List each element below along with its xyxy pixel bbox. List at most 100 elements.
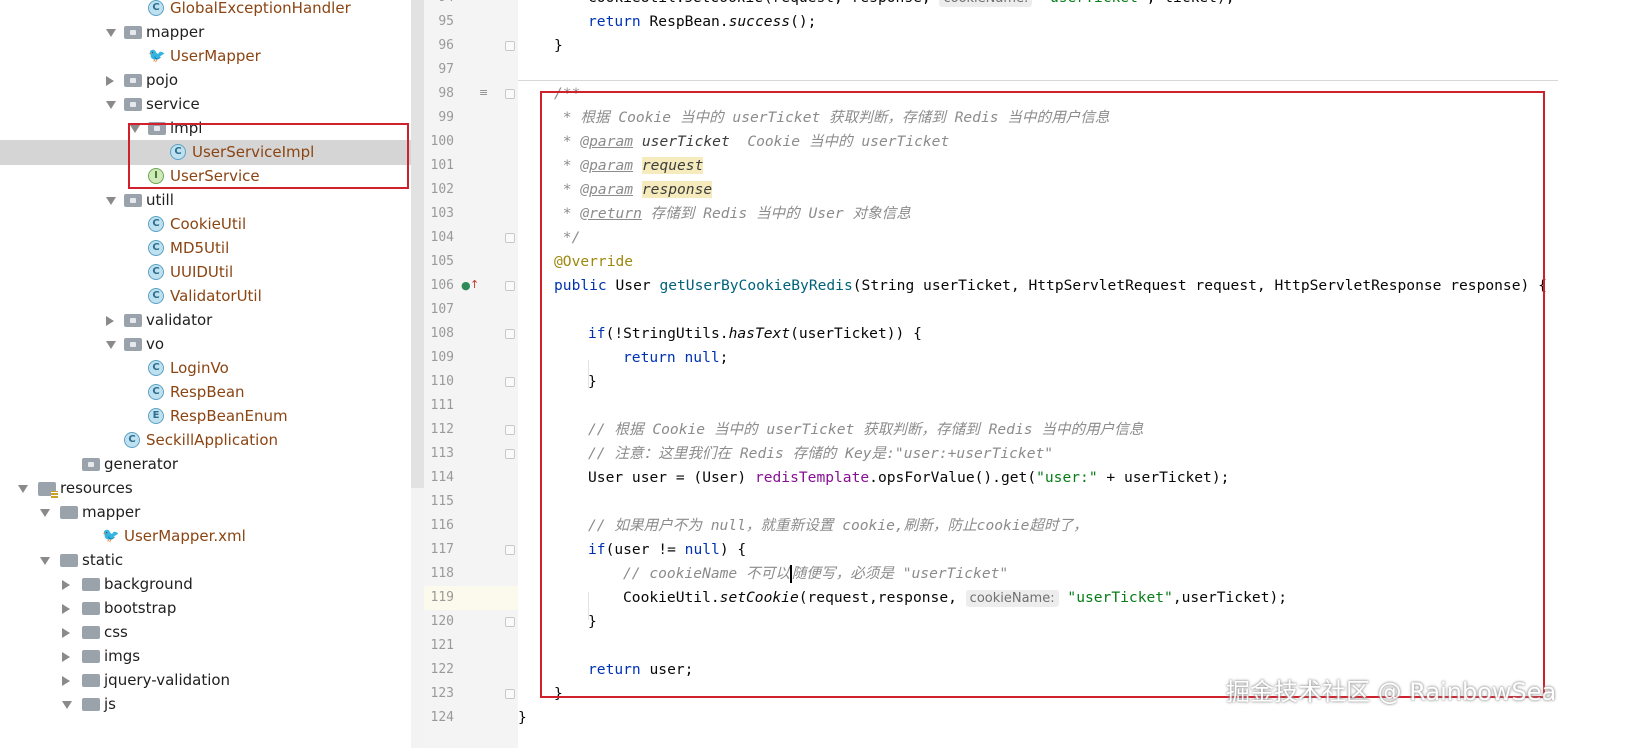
tree-scrollbar-thumb[interactable] [411,0,424,488]
tree-item[interactable]: E RespBeanEnum [0,404,412,429]
tree-item-label: jquery-validation [104,671,231,689]
line-number: 112 [430,422,454,437]
code-token: // cookieName 不可以 [623,565,790,582]
chevron-right-icon[interactable] [106,76,114,86]
chevron-down-icon[interactable] [106,101,116,109]
tree-item[interactable]: imgs [0,644,412,669]
code-line[interactable]: // cookieName 不可以 随便写，必须是 "userTicket" [623,562,1008,586]
code-line[interactable]: /** [554,82,580,106]
code-line[interactable]: // 如果用户不为 null，就重新设置 cookie,刷新，防止cookie超… [588,514,1088,538]
tree-item[interactable]: pojo [0,68,412,93]
chevron-down-icon[interactable] [130,125,140,133]
tree-item[interactable]: static [0,548,412,573]
code-line[interactable]: * 根据 Cookie 当中的 userTicket 获取判断，存储到 Redi… [554,106,1110,130]
code-line[interactable]: * @param response [554,178,713,202]
tree-item[interactable]: 🐦 UserMapper.xml [0,524,412,549]
tree-item-label: impl [170,119,203,137]
fold-marker-icon[interactable] [505,545,515,555]
project-tree[interactable]: C GlobalExceptionHandler mapper 🐦 UserMapper… [0,0,424,748]
tree-item[interactable]: generator [0,452,412,477]
tree-item[interactable]: C UserServiceImpl [0,140,412,165]
tree-item[interactable]: utill [0,188,412,213]
chevron-right-icon[interactable] [62,652,70,662]
tree-item[interactable]: mapper [0,500,412,525]
tree-item[interactable]: 🐦 UserMapper [0,44,412,69]
tree-item[interactable]: validator [0,308,412,333]
tree-item[interactable]: C GlobalExceptionHandler [0,0,412,21]
code-line[interactable]: * @param request [554,154,704,178]
tree-item[interactable]: C CookieUtil [0,212,412,237]
chevron-down-icon[interactable] [18,485,28,493]
tree-item[interactable]: bootstrap [0,596,412,621]
code-line[interactable]: if(user != null) { [588,538,746,562]
code-line[interactable]: if(!StringUtils.hasText(userTicket)) { [588,322,922,346]
tree-item[interactable]: resources [0,476,412,501]
code-line[interactable]: } [588,610,597,634]
chevron-right-icon[interactable] [106,316,114,326]
code-line[interactable]: // 注意：这里我们在 Redis 存储的 Key是:"user:+userTi… [588,442,1053,466]
code-line[interactable]: } [588,370,597,394]
tree-item[interactable]: C MD5Util [0,236,412,261]
chevron-down-icon[interactable] [106,29,116,37]
line-number: 115 [430,494,454,509]
chevron-down-icon[interactable] [106,341,116,349]
code-line[interactable]: public User getUserByCookieByRedis(Strin… [554,274,1547,298]
go-to-super-icon[interactable]: ↑ [470,278,479,291]
fold-marker-icon[interactable] [505,89,515,99]
chevron-down-icon[interactable] [106,197,116,205]
code-line[interactable]: CookieUtil.setCookie(request,response, c… [623,586,1287,610]
code-line[interactable]: return user; [588,658,693,682]
tree-item[interactable]: js [0,692,412,717]
code-line[interactable]: * @param userTicket Cookie 当中的 userTicke… [554,130,949,154]
tree-item[interactable]: C RespBean [0,380,412,405]
tree-item[interactable]: background [0,572,412,597]
package-icon [124,314,142,327]
chevron-down-icon[interactable] [40,509,50,517]
code-line[interactable]: CookieUtil.setCookie(request, response, … [588,0,1235,10]
code-line[interactable]: return RespBean.success(); [588,10,816,34]
chevron-down-icon[interactable] [62,701,72,709]
code-token: @return [580,205,642,222]
tree-item[interactable]: C SeckillApplication [0,428,412,453]
code-line[interactable]: } [554,34,563,58]
code-line[interactable]: } [518,706,527,730]
chevron-right-icon[interactable] [62,628,70,638]
fold-marker-icon[interactable] [505,617,515,627]
tree-item[interactable]: I UserService [0,164,412,189]
code-editor[interactable]: CookieUtil.setCookie(request, response, … [518,0,1626,748]
code-line[interactable]: return null; [623,346,728,370]
code-line[interactable]: User user = (User) redisTemplate.opsForV… [588,466,1229,490]
tree-item[interactable]: service [0,92,412,117]
tree-item[interactable]: mapper [0,20,412,45]
code-line[interactable]: // 根据 Cookie 当中的 userTicket 获取判断，存储到 Red… [588,418,1143,442]
fold-marker-icon[interactable] [505,281,515,291]
fold-marker-icon[interactable] [505,689,515,699]
tree-item[interactable]: css [0,620,412,645]
tree-item[interactable]: C UUIDUtil [0,260,412,285]
code-token: (request, response, [764,0,940,6]
code-line[interactable]: @Override [554,250,633,274]
code-line[interactable]: */ [554,226,581,250]
tree-item-label: RespBean [170,383,245,401]
fold-marker-icon[interactable] [505,41,515,51]
fold-marker-icon[interactable] [505,425,515,435]
javadoc-render-icon[interactable]: ≡ [479,86,488,99]
fold-marker-icon[interactable] [505,233,515,243]
chevron-right-icon[interactable] [62,676,70,686]
fold-marker-icon[interactable] [505,377,515,387]
line-number: 98 [438,86,454,101]
tree-item[interactable]: C ValidatorUtil [0,284,412,309]
chevron-right-icon[interactable] [62,604,70,614]
tree-item[interactable]: vo [0,332,412,357]
tree-item[interactable]: impl [0,116,412,141]
tree-item[interactable]: jquery-validation [0,668,412,693]
chevron-right-icon[interactable] [62,580,70,590]
fold-marker-icon[interactable] [505,329,515,339]
fold-marker-icon[interactable] [505,449,515,459]
code-token: .opsForValue().get( [869,469,1037,486]
line-number: 117 [430,542,454,557]
code-line[interactable]: * @return 存储到 Redis 当中的 User 对象信息 [554,202,911,226]
tree-item[interactable]: C LoginVo [0,356,412,381]
code-line[interactable]: } [554,682,563,706]
chevron-down-icon[interactable] [40,557,50,565]
